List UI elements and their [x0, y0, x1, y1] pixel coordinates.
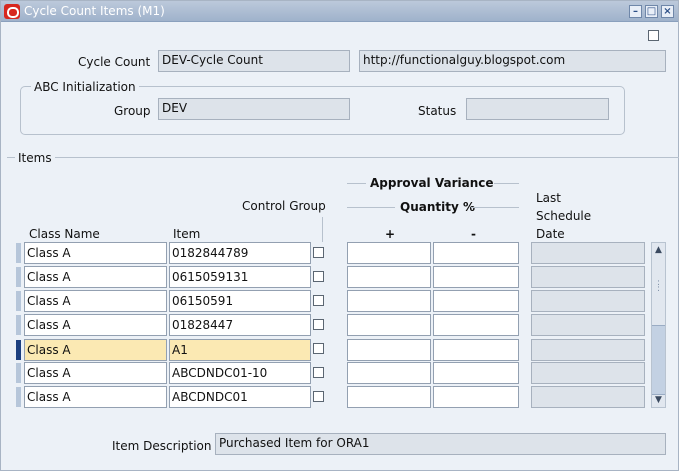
cycle-count-items-window: Cycle Count Items (M1) – □ × Cycle Count…: [0, 0, 679, 471]
row-selector[interactable]: [16, 243, 21, 263]
approval-plus-cell[interactable]: [347, 266, 431, 288]
scroll-up-arrow-icon[interactable]: ▲: [654, 245, 663, 255]
approval-plus-cell[interactable]: [347, 290, 431, 312]
last-schedule-date-header-1: Last: [536, 191, 561, 205]
approval-rule-right: [494, 183, 519, 184]
item-cell[interactable]: ABCDNDC01-10: [169, 362, 311, 384]
approval-minus-cell[interactable]: [433, 242, 519, 264]
item-cell-current[interactable]: A1: [169, 339, 311, 361]
approval-plus-cell[interactable]: [347, 314, 431, 336]
item-cell[interactable]: 0615059131: [169, 266, 311, 288]
approval-minus-cell[interactable]: [433, 386, 519, 408]
last-schedule-date-header-2: Schedule: [536, 209, 592, 223]
items-scrollbar[interactable]: ▲ ▼: [651, 242, 666, 408]
item-cell[interactable]: 01828447: [169, 314, 311, 336]
item-header: Item: [173, 227, 201, 241]
plus-header: +: [385, 227, 396, 241]
window-option-checkbox[interactable]: [648, 30, 659, 41]
items-divider: [7, 157, 679, 158]
control-group-checkbox[interactable]: [313, 367, 324, 378]
class-name-cell[interactable]: Class A: [24, 242, 167, 264]
item-cell[interactable]: ABCDNDC01: [169, 386, 311, 408]
approval-rule-left: [347, 183, 366, 184]
current-row-marker[interactable]: [16, 340, 21, 360]
class-name-header: Class Name: [29, 227, 100, 241]
item-description-field[interactable]: Purchased Item for ORA1: [215, 433, 666, 455]
cycle-count-field[interactable]: DEV-Cycle Count: [158, 50, 350, 72]
last-schedule-date-cell[interactable]: [531, 290, 645, 312]
control-group-checkbox[interactable]: [313, 391, 324, 402]
item-description-label: Item Description: [112, 439, 212, 453]
last-schedule-date-cell[interactable]: [531, 386, 645, 408]
control-group-divider: [322, 217, 323, 242]
quantity-rule-left: [347, 207, 395, 208]
approval-plus-cell[interactable]: [347, 386, 431, 408]
scroll-down-arrow-icon[interactable]: ▼: [654, 395, 663, 405]
cycle-count-label: Cycle Count: [78, 55, 151, 69]
row-selector[interactable]: [16, 267, 21, 287]
control-group-checkbox[interactable]: [313, 343, 324, 354]
approval-plus-cell[interactable]: [347, 339, 431, 361]
abc-initialization-label: ABC Initialization: [31, 80, 139, 94]
last-schedule-date-cell[interactable]: [531, 339, 645, 361]
cycle-count-description-field[interactable]: http://functionalguy.blogspot.com: [359, 50, 666, 72]
row-selector[interactable]: [16, 387, 21, 407]
control-group-checkbox[interactable]: [313, 271, 324, 282]
class-name-cell[interactable]: Class A: [24, 290, 167, 312]
approval-minus-cell[interactable]: [433, 314, 519, 336]
quantity-rule-right: [471, 207, 519, 208]
window-title: Cycle Count Items (M1): [24, 4, 165, 18]
class-name-cell[interactable]: Class A: [24, 314, 167, 336]
class-name-cell-current[interactable]: Class A: [24, 339, 167, 361]
row-selector[interactable]: [16, 363, 21, 383]
last-schedule-date-cell[interactable]: [531, 266, 645, 288]
last-schedule-date-cell[interactable]: [531, 314, 645, 336]
control-group-checkbox[interactable]: [313, 247, 324, 258]
group-label: Group: [114, 104, 151, 118]
approval-variance-header: Approval Variance: [370, 176, 494, 190]
title-bar: Cycle Count Items (M1) – □ ×: [1, 1, 678, 22]
approval-plus-cell[interactable]: [347, 362, 431, 384]
item-cell[interactable]: 06150591: [169, 290, 311, 312]
class-name-cell[interactable]: Class A: [24, 362, 167, 384]
minimize-icon[interactable]: –: [629, 5, 642, 18]
last-schedule-date-cell[interactable]: [531, 242, 645, 264]
row-selector[interactable]: [16, 291, 21, 311]
status-field[interactable]: [466, 98, 609, 120]
status-label: Status: [418, 104, 457, 118]
item-cell[interactable]: 0182844789: [169, 242, 311, 264]
oracle-app-icon: [4, 4, 20, 19]
minus-header: -: [471, 227, 476, 241]
approval-minus-cell[interactable]: [433, 339, 519, 361]
items-section-label: Items: [15, 151, 55, 165]
approval-plus-cell[interactable]: [347, 242, 431, 264]
class-name-cell[interactable]: Class A: [24, 266, 167, 288]
approval-minus-cell[interactable]: [433, 266, 519, 288]
last-schedule-date-header-3: Date: [536, 227, 565, 241]
approval-minus-cell[interactable]: [433, 290, 519, 312]
resize-grip-icon: ::: [657, 278, 661, 294]
group-field[interactable]: DEV: [158, 98, 350, 120]
control-group-checkbox[interactable]: [313, 295, 324, 306]
maximize-icon[interactable]: □: [645, 5, 658, 18]
approval-minus-cell[interactable]: [433, 362, 519, 384]
control-group-header: Control Group: [242, 199, 326, 213]
quantity-percent-header: Quantity %: [400, 200, 475, 214]
class-name-cell[interactable]: Class A: [24, 386, 167, 408]
scrollbar-thumb[interactable]: [652, 325, 665, 395]
row-selector[interactable]: [16, 315, 21, 335]
last-schedule-date-cell[interactable]: [531, 362, 645, 384]
close-icon[interactable]: ×: [661, 5, 674, 18]
control-group-checkbox[interactable]: [313, 319, 324, 330]
